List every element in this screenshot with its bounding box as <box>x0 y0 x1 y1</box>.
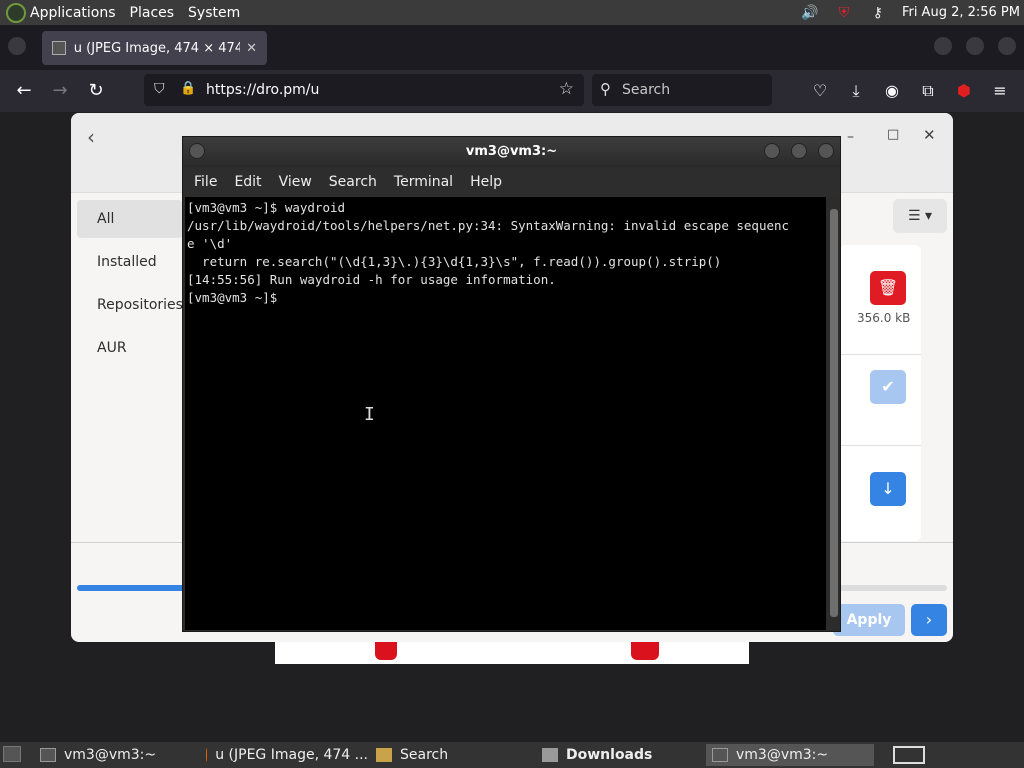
scrollbar-thumb[interactable] <box>830 209 838 617</box>
pamac-sidebar: All Installed Repositories AUR <box>71 193 183 542</box>
forward-arrow-icon[interactable]: → <box>49 80 71 102</box>
minimize-icon[interactable]: – <box>847 129 854 145</box>
menu-view[interactable]: View <box>279 174 312 190</box>
url-text[interactable]: https://dro.pm/u <box>206 82 319 98</box>
workspace-switcher[interactable] <box>893 746 925 764</box>
image-fragment <box>375 642 397 660</box>
key-icon[interactable]: ⚷ <box>868 3 888 23</box>
install-download-button[interactable]: ↓ <box>870 472 906 506</box>
row-divider <box>839 445 921 446</box>
folder-icon <box>542 748 558 762</box>
window-close-button[interactable] <box>998 37 1016 55</box>
search-placeholder: Search <box>622 82 671 98</box>
terminal-scrollbar[interactable] <box>828 197 840 630</box>
menu-places[interactable]: Places <box>130 5 175 21</box>
task-search[interactable]: Search <box>370 744 530 766</box>
task-label: vm3@vm3:~ <box>64 747 157 763</box>
terminal-icon <box>40 748 56 762</box>
terminal-close-button[interactable] <box>818 143 834 159</box>
pocket-icon[interactable]: ♡ <box>810 81 830 101</box>
menu-system[interactable]: System <box>188 5 240 21</box>
close-tab-icon[interactable]: ✕ <box>246 41 257 56</box>
task-label: Search <box>400 747 449 763</box>
task-label: Downloads <box>566 747 653 763</box>
tracking-shield-icon[interactable]: ⛉ <box>154 81 165 97</box>
task-downloads[interactable]: Downloads <box>536 744 700 766</box>
row-divider <box>839 354 921 355</box>
url-bar[interactable]: ⛉ 🔒 https://dro.pm/u ☆ <box>144 74 584 106</box>
jpeg-image <box>275 642 749 664</box>
top-panel: Applications Places System 🔊 ⛨ ⚷ Fri Aug… <box>0 0 1024 25</box>
close-icon[interactable]: ✕ <box>923 126 936 144</box>
firefox-view-button[interactable] <box>8 37 26 55</box>
browser-nav-bar: ← → ↻ ⛉ 🔒 https://dro.pm/u ☆ ⚲ Search ♡ … <box>0 70 1024 112</box>
remove-package-button[interactable]: 🗑 <box>870 271 906 305</box>
menu-terminal[interactable]: Terminal <box>394 174 453 190</box>
menu-edit[interactable]: Edit <box>234 174 261 190</box>
terminal-minimize-button[interactable] <box>764 143 780 159</box>
extensions-icon[interactable]: ⧉ <box>918 81 938 101</box>
apply-button[interactable]: Apply <box>833 604 905 636</box>
downloads-icon[interactable]: ⤓ <box>846 81 866 101</box>
search-icon: ⚲ <box>600 80 611 98</box>
terminal-maximize-button[interactable] <box>791 143 807 159</box>
show-desktop-icon[interactable] <box>3 746 21 762</box>
window-minimize-button[interactable] <box>934 37 952 55</box>
sidebar-item-all[interactable]: All <box>77 200 183 238</box>
terminal-title: vm3@vm3:~ <box>465 144 558 159</box>
menu-help[interactable]: Help <box>470 174 502 190</box>
sidebar-item-installed[interactable]: Installed <box>77 243 183 281</box>
hamburger-menu-icon[interactable]: ≡ <box>990 81 1010 101</box>
next-chevron-button[interactable]: › <box>911 604 947 636</box>
terminal-icon <box>712 748 728 762</box>
maximize-icon[interactable]: □ <box>887 127 899 142</box>
image-fragment <box>631 642 659 660</box>
view-menu-button[interactable]: ☰ ▾ <box>893 199 947 233</box>
account-icon[interactable]: ◉ <box>882 81 902 101</box>
lock-icon[interactable]: 🔒 <box>180 81 196 96</box>
ublock-icon[interactable]: ⬢ <box>954 81 974 101</box>
image-favicon-icon <box>52 41 66 55</box>
panel-tray: 🔊 ⛨ ⚷ Fri Aug 2, 2:56 PM <box>800 0 1024 25</box>
bookmark-star-icon[interactable]: ☆ <box>559 79 574 99</box>
tab-title: u (JPEG Image, 474 × 474 pi <box>73 40 241 56</box>
clock[interactable]: Fri Aug 2, 2:56 PM <box>902 5 1020 20</box>
menu-applications[interactable]: Applications <box>30 5 116 21</box>
text-cursor-icon: I <box>364 404 375 425</box>
back-chevron-icon[interactable]: ‹ <box>87 125 95 149</box>
back-arrow-icon[interactable]: ← <box>13 80 35 102</box>
window-maximize-button[interactable] <box>966 37 984 55</box>
progress-fill <box>77 585 191 591</box>
task-firefox[interactable]: u (JPEG Image, 474 ... <box>200 744 368 766</box>
search-bar[interactable]: ⚲ Search <box>592 74 772 106</box>
browser-tab-bar: u (JPEG Image, 474 × 474 pi ✕ <box>0 25 1024 70</box>
sidebar-item-repositories[interactable]: Repositories <box>77 286 183 324</box>
bottom-taskbar: vm3@vm3:~ u (JPEG Image, 474 ... Search … <box>0 742 1024 768</box>
browser-tab[interactable]: u (JPEG Image, 474 × 474 pi ✕ <box>42 31 267 65</box>
package-size: 356.0 kB <box>857 311 911 325</box>
terminal-output[interactable]: [vm3@vm3 ~]$ waydroid /usr/lib/waydroid/… <box>185 197 826 307</box>
terminal-window: vm3@vm3:~ File Edit View Search Terminal… <box>182 136 841 632</box>
shield-icon[interactable]: ⛨ <box>834 3 854 23</box>
search-files-icon <box>376 748 392 762</box>
distro-logo-icon[interactable] <box>6 2 26 23</box>
task-terminal-1[interactable]: vm3@vm3:~ <box>34 744 194 766</box>
package-list: 🗑 356.0 kB ✔ ↓ <box>839 245 921 541</box>
reload-icon[interactable]: ↻ <box>85 80 107 102</box>
volume-icon[interactable]: 🔊 <box>800 3 820 23</box>
menu-search[interactable]: Search <box>329 174 377 190</box>
terminal-menubar: File Edit View Search Terminal Help <box>183 167 840 197</box>
firefox-icon <box>206 748 208 762</box>
task-label: vm3@vm3:~ <box>736 747 829 763</box>
menu-file[interactable]: File <box>194 174 217 190</box>
sidebar-item-aur[interactable]: AUR <box>77 329 183 367</box>
task-label: u (JPEG Image, 474 ... <box>215 747 368 763</box>
task-terminal-2[interactable]: vm3@vm3:~ <box>706 744 874 766</box>
installed-check-button[interactable]: ✔ <box>870 370 906 404</box>
terminal-screen[interactable]: [vm3@vm3 ~]$ waydroid /usr/lib/waydroid/… <box>185 197 826 630</box>
terminal-titlebar[interactable]: vm3@vm3:~ <box>183 137 840 167</box>
